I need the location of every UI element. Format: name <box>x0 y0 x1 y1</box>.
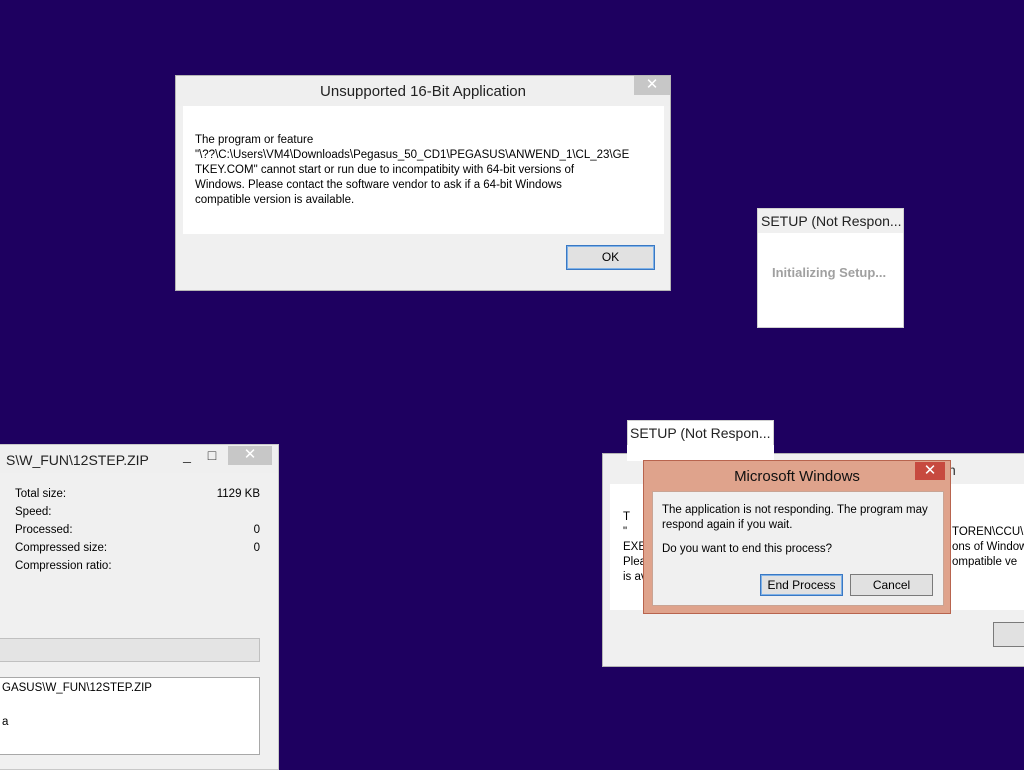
close-icon: ✕ <box>923 462 937 479</box>
stat-label: Compressed size: <box>15 542 108 554</box>
setup-window-title: SETUP (Not Respon... <box>761 213 902 229</box>
setup-status-text: Initializing Setup... <box>772 265 887 280</box>
stat-label: Speed: <box>15 506 52 518</box>
not-responding-message: The application is not responding. The p… <box>662 503 937 533</box>
close-icon: ✕ <box>243 446 257 463</box>
zip-window-title: S\W_FUN\12STEP.ZIP <box>6 452 149 468</box>
stat-label: Processed: <box>15 524 73 536</box>
zip-log-box: GASUS\W_FUN\12STEP.ZIP a <box>0 677 260 755</box>
stat-row: Compression ratio: <box>15 559 260 577</box>
zip-window-titlebar[interactable]: S\W_FUN\12STEP.ZIP _ □ ✕ <box>0 445 278 473</box>
partial-line: ons of Window <box>952 541 1024 553</box>
cancel-button[interactable]: Cancel <box>850 574 933 596</box>
maximize-button[interactable]: □ <box>202 447 222 465</box>
message-line: TKEY.COM" cannot start or run due to inc… <box>195 164 575 176</box>
stat-label: Total size: <box>15 488 67 500</box>
background-dialog-button[interactable] <box>993 622 1024 647</box>
background-dialog-right-text: TOREN\CCU\ ons of Window ompatible ve <box>952 525 1024 570</box>
stat-value: 0 <box>253 524 260 536</box>
message-line: Windows. Please contact the software ven… <box>195 179 562 191</box>
setup-window-titlebar[interactable]: SETUP (Not Respon... <box>758 209 903 233</box>
setup-window-titlebar[interactable]: SETUP (Not Respon... <box>627 420 774 446</box>
message-line: The program or feature <box>195 134 314 146</box>
not-responding-dialog: Microsoft Windows ✕ The application is n… <box>643 460 951 614</box>
not-responding-titlebar[interactable]: Microsoft Windows ✕ <box>644 461 950 489</box>
not-responding-title: Microsoft Windows <box>734 468 860 485</box>
message-line: "\??\C:\Users\VM4\Downloads\Pegasus_50_C… <box>195 149 630 161</box>
minimize-icon: _ <box>183 447 191 463</box>
message-line: compatible version is available. <box>195 194 355 206</box>
ok-button[interactable]: OK <box>566 245 655 270</box>
stat-row: Total size: 1129 KB <box>15 487 260 505</box>
stat-value: 0 <box>253 542 260 554</box>
stat-label: Compression ratio: <box>15 560 112 572</box>
message-line: respond again if you wait. <box>662 519 793 531</box>
end-process-button[interactable]: End Process <box>760 574 843 596</box>
unsupported-dialog-message: The program or feature "\??\C:\Users\VM4… <box>195 133 655 208</box>
message-line: The application is not responding. The p… <box>662 504 928 516</box>
zip-stats: Total size: 1129 KB Speed: Processed: 0 … <box>15 487 260 577</box>
close-icon: ✕ <box>645 76 659 93</box>
unsupported-dialog-body: The program or feature "\??\C:\Users\VM4… <box>183 106 664 234</box>
close-button[interactable]: ✕ <box>915 462 945 480</box>
zip-progress-window: S\W_FUN\12STEP.ZIP _ □ ✕ Total size: 112… <box>0 444 279 770</box>
unsupported-dialog-title: Unsupported 16-Bit Application <box>320 83 526 100</box>
stat-row: Speed: <box>15 505 260 523</box>
log-line: a <box>2 716 9 728</box>
partial-line: TOREN\CCU\ <box>952 526 1024 538</box>
minimize-button[interactable]: _ <box>177 447 197 465</box>
unsupported-dialog-titlebar[interactable]: Unsupported 16-Bit Application ✕ <box>176 76 670 106</box>
not-responding-question: Do you want to end this process? <box>662 543 833 555</box>
close-button[interactable]: ✕ <box>228 446 272 465</box>
zip-progress-bar <box>0 638 260 662</box>
partial-line: ompatible ve <box>952 556 1018 568</box>
not-responding-content: The application is not responding. The p… <box>652 491 944 606</box>
stat-row: Compressed size: 0 <box>15 541 260 559</box>
desktop: Unsupported 16-Bit Application ✕ The pro… <box>0 0 1024 770</box>
close-button[interactable]: ✕ <box>634 76 670 95</box>
setup-window-body <box>627 445 774 461</box>
unsupported-16bit-dialog: Unsupported 16-Bit Application ✕ The pro… <box>175 75 671 291</box>
maximize-icon: □ <box>207 447 217 463</box>
setup-window-title: SETUP (Not Respon... <box>630 425 771 441</box>
stat-row: Processed: 0 <box>15 523 260 541</box>
stat-value: 1129 KB <box>216 488 260 500</box>
log-line: GASUS\W_FUN\12STEP.ZIP <box>2 682 152 694</box>
setup-window: SETUP (Not Respon... Initializing Setup.… <box>757 208 904 328</box>
